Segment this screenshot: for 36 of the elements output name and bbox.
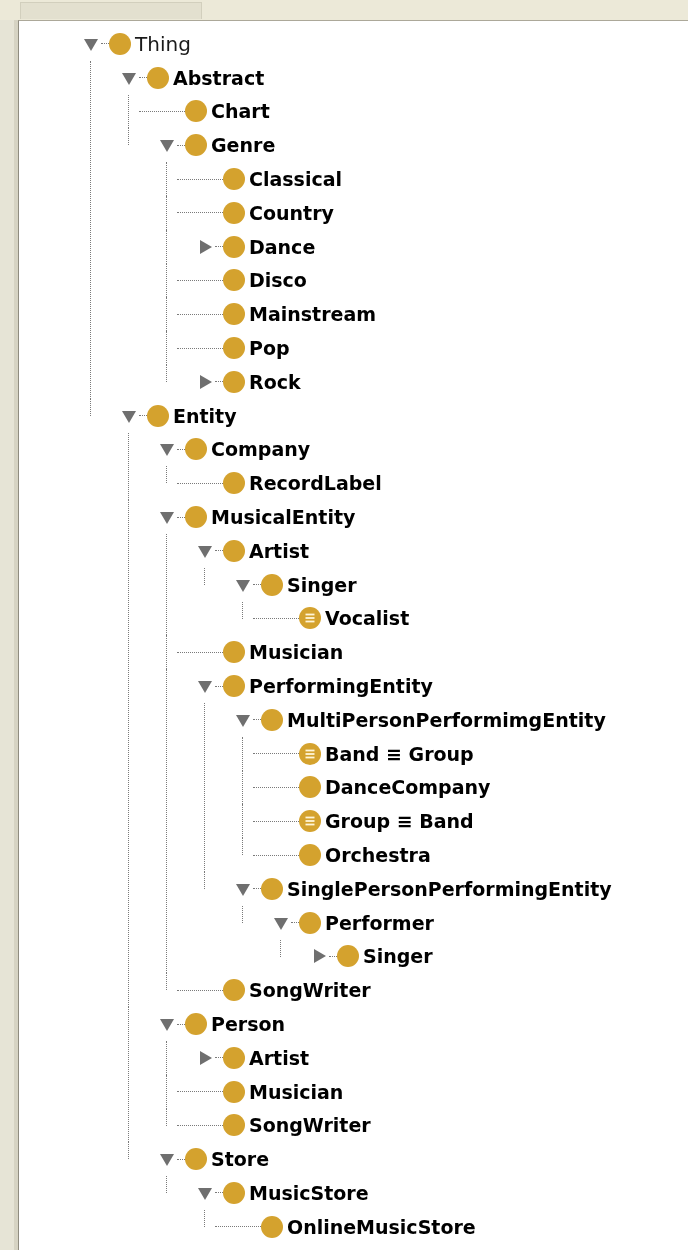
tree-item[interactable]: Vocalist xyxy=(325,607,410,630)
tree-item[interactable]: SongWriter xyxy=(249,1114,371,1137)
tree-item[interactable]: Thing xyxy=(135,31,191,56)
tree-item[interactable]: SinglePersonPerformingEntity xyxy=(287,877,612,900)
tree-item[interactable]: RecordLabel xyxy=(249,472,382,495)
tree-item[interactable]: Dance xyxy=(249,235,316,258)
tree-item[interactable]: Country xyxy=(249,201,334,224)
tree-item[interactable]: MusicalEntity xyxy=(211,506,356,529)
tree-item[interactable]: OnlineMusicStore xyxy=(287,1215,476,1238)
tree-item[interactable]: Rock xyxy=(249,370,301,393)
tree-item[interactable]: Person xyxy=(211,1013,286,1035)
tree-item[interactable]: Singer xyxy=(287,573,357,596)
tree-item[interactable]: Company xyxy=(211,438,311,461)
tree-item[interactable]: Artist xyxy=(249,539,310,562)
tree-item[interactable]: Group ≡ Band xyxy=(325,810,474,833)
tree-item[interactable]: Chart xyxy=(211,100,270,123)
tree-item[interactable]: DanceCompany xyxy=(325,776,491,799)
tree-item[interactable]: Genre xyxy=(211,134,276,157)
tree-item[interactable]: Classical xyxy=(249,168,342,191)
tree-item[interactable]: SongWriter xyxy=(249,979,371,1002)
tree-item[interactable]: Artist xyxy=(249,1046,310,1069)
tree-item[interactable]: Disco xyxy=(249,269,307,292)
tree-item[interactable]: Orchestra xyxy=(325,844,431,866)
tree-item[interactable]: Performer xyxy=(325,911,434,934)
tree-item[interactable]: Pop xyxy=(249,337,290,360)
tree-item[interactable]: Entity xyxy=(173,404,237,427)
tree-item[interactable]: PerformingEntity xyxy=(249,675,433,698)
tree-item[interactable]: Band ≡ Group xyxy=(325,742,474,765)
tree-item[interactable]: MusicStore xyxy=(249,1182,369,1204)
tree-item[interactable]: Mainstream xyxy=(249,303,377,326)
tree-item[interactable]: Musician xyxy=(249,641,344,664)
tree-item[interactable]: Store xyxy=(211,1148,270,1171)
tree-item[interactable]: Singer xyxy=(363,945,433,968)
tree-item[interactable]: Abstract xyxy=(173,66,265,89)
tree-item[interactable]: Musician xyxy=(249,1080,344,1103)
tree-item[interactable]: MultiPersonPerformimgEntity xyxy=(287,708,606,731)
